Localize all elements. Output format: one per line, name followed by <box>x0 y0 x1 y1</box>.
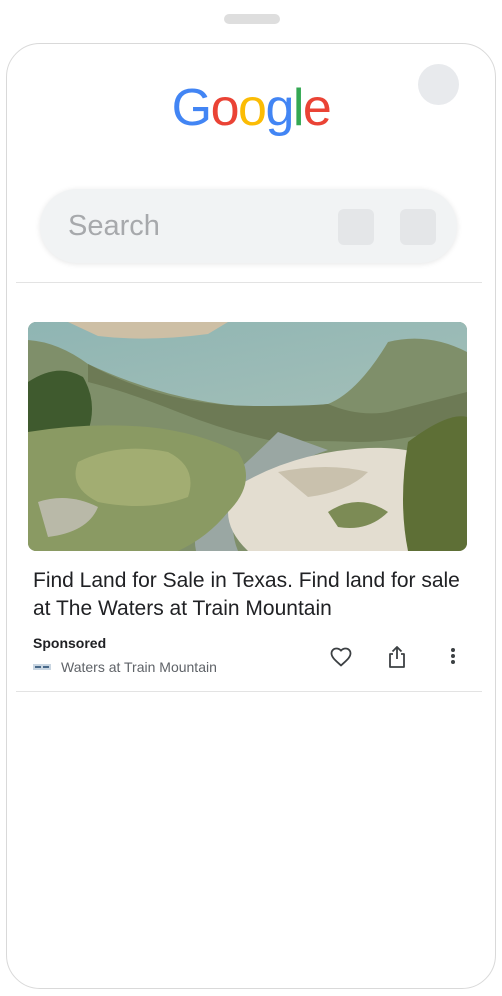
logo-letter: o <box>210 79 240 137</box>
drag-handle[interactable] <box>224 14 280 24</box>
ad-title[interactable]: Find Land for Sale in Texas. Find land f… <box>33 567 473 623</box>
logo-letter: G <box>171 79 212 137</box>
ad-image[interactable] <box>28 322 467 551</box>
share-icon[interactable] <box>385 644 409 670</box>
logo-letter: g <box>265 79 294 137</box>
heart-icon[interactable] <box>329 645 353 669</box>
advertiser[interactable]: Waters at Train Mountain <box>33 659 217 675</box>
logo-letter: e <box>302 79 332 137</box>
search-placeholder[interactable]: Search <box>68 209 160 243</box>
landscape-image <box>28 322 467 551</box>
divider <box>16 282 482 283</box>
advertiser-logo-icon <box>33 664 51 670</box>
search-bar[interactable]: Search <box>40 189 457 263</box>
lens-search-icon[interactable] <box>400 209 436 245</box>
google-logo: Google <box>7 78 495 138</box>
phone-frame: Google Search Find Land for Sale in Texa… <box>6 43 496 989</box>
divider <box>16 691 482 692</box>
more-vert-icon[interactable] <box>443 645 463 667</box>
voice-search-icon[interactable] <box>338 209 374 245</box>
logo-letter: o <box>238 79 267 137</box>
logo-letter: l <box>292 79 305 137</box>
advertiser-name[interactable]: Waters at Train Mountain <box>61 659 217 675</box>
sponsored-label: Sponsored <box>33 635 107 651</box>
